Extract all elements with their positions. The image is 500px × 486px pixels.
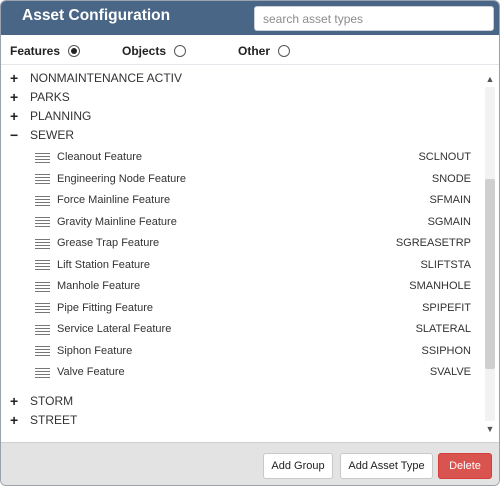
drag-handle-icon[interactable]: [35, 303, 50, 313]
item-code: SFMAIN: [429, 194, 471, 206]
expand-toggle-icon[interactable]: +: [10, 89, 24, 105]
expand-toggle-icon[interactable]: +: [10, 393, 24, 409]
item-name: Force Mainline Feature: [57, 194, 171, 206]
item-code: SSIPHON: [421, 344, 471, 357]
list-item[interactable]: Engineering Node Feature SNODE: [35, 170, 471, 188]
list-item[interactable]: Pipe Fitting Feature SPIPEFIT: [35, 299, 471, 317]
expand-toggle-icon[interactable]: +: [10, 108, 24, 124]
scroll-track[interactable]: [485, 87, 495, 421]
item-name: Manhole Feature: [57, 280, 141, 292]
scroll-thumb[interactable]: [485, 179, 495, 369]
filter-other-label: Other: [238, 44, 271, 58]
drag-handle-icon[interactable]: [35, 195, 50, 206]
item-name: Engineering Node Feature: [57, 172, 187, 185]
item-code: SCLNOUT: [418, 151, 471, 163]
group-row[interactable]: + NONMAINTENANCE ACTIV: [10, 69, 182, 87]
item-code: SLIFTSTA: [420, 258, 471, 271]
item-code: SNODE: [431, 172, 471, 185]
item-name: Lift Station Feature: [57, 258, 150, 271]
panel-title: Asset Configuration: [22, 7, 171, 24]
tree-scrollbar[interactable]: ▲ ▼: [483, 73, 497, 435]
item-code: SPIPEFIT: [422, 301, 471, 314]
drag-handle-icon[interactable]: [35, 238, 50, 249]
list-item[interactable]: Grease Trap Feature SGREASETRP: [35, 234, 471, 252]
item-code: SMANHOLE: [409, 280, 471, 292]
expand-toggle-icon[interactable]: +: [10, 412, 24, 428]
asset-type-tree: + NONMAINTENANCE ACTIV + PARKS + PLANNIN…: [1, 66, 483, 439]
group-label: NONMAINTENANCE ACTIV: [30, 71, 183, 85]
other-radio[interactable]: [278, 45, 291, 57]
item-name: Valve Feature: [57, 366, 125, 378]
add-asset-type-button[interactable]: Add Asset Type: [340, 453, 433, 479]
group-row[interactable]: + PLANNING: [10, 107, 91, 125]
panel-header: Asset Configuration: [1, 1, 499, 35]
list-item[interactable]: Force Mainline Feature SFMAIN: [35, 191, 471, 209]
item-code: SLATERAL: [415, 323, 471, 335]
add-group-button[interactable]: Add Group: [263, 453, 333, 479]
drag-handle-icon[interactable]: [35, 152, 50, 163]
asset-configuration-panel: Asset Configuration Features Objects Oth…: [0, 0, 500, 486]
group-label: PARKS: [30, 90, 70, 104]
type-filter-bar: Features Objects Other: [1, 35, 499, 65]
item-name: Siphon Feature: [57, 344, 133, 357]
panel-footer: Add Group Add Asset Type Delete: [1, 442, 499, 485]
drag-handle-icon[interactable]: [35, 281, 50, 292]
list-item[interactable]: Lift Station Feature SLIFTSTA: [35, 256, 471, 274]
list-item[interactable]: Siphon Feature SSIPHON: [35, 342, 471, 360]
scroll-down-icon[interactable]: ▼: [483, 423, 497, 435]
features-radio[interactable]: [68, 45, 81, 57]
filter-other[interactable]: Other: [238, 44, 291, 58]
search-asset-types-input[interactable]: [254, 6, 494, 31]
delete-button[interactable]: Delete: [438, 453, 492, 479]
list-item[interactable]: Valve Feature SVALVE: [35, 363, 471, 381]
collapse-toggle-icon[interactable]: −: [10, 127, 24, 143]
filter-features[interactable]: Features: [10, 44, 81, 58]
group-row[interactable]: + PARKS: [10, 88, 70, 106]
group-label: STORM: [30, 394, 74, 408]
item-name: Cleanout Feature: [57, 151, 142, 163]
item-name: Pipe Fitting Feature: [57, 301, 153, 314]
list-item[interactable]: Gravity Mainline Feature SGMAIN: [35, 213, 471, 231]
item-code: SVALVE: [429, 366, 471, 378]
item-code: SGREASETRP: [395, 237, 471, 249]
drag-handle-icon[interactable]: [35, 367, 50, 378]
group-row-sewer[interactable]: − SEWER: [10, 126, 74, 144]
objects-radio[interactable]: [174, 45, 187, 57]
drag-handle-icon[interactable]: [35, 217, 50, 227]
group-row[interactable]: + STORM: [10, 392, 73, 410]
item-code: SGMAIN: [427, 215, 471, 228]
list-item[interactable]: Manhole Feature SMANHOLE: [35, 277, 471, 295]
drag-handle-icon[interactable]: [35, 324, 50, 335]
drag-handle-icon[interactable]: [35, 260, 50, 270]
item-name: Gravity Mainline Feature: [57, 215, 177, 228]
filter-features-label: Features: [10, 44, 61, 58]
item-name: Grease Trap Feature: [57, 237, 160, 249]
filter-objects-label: Objects: [122, 44, 167, 58]
scroll-up-icon[interactable]: ▲: [483, 73, 497, 85]
filter-objects[interactable]: Objects: [122, 44, 187, 58]
list-item[interactable]: Cleanout Feature SCLNOUT: [35, 148, 471, 166]
group-label: SEWER: [30, 128, 75, 142]
drag-handle-icon[interactable]: [35, 174, 50, 184]
list-item[interactable]: Service Lateral Feature SLATERAL: [35, 320, 471, 338]
item-name: Service Lateral Feature: [57, 323, 172, 335]
group-label: PLANNING: [30, 109, 92, 123]
group-label: STREET: [30, 413, 78, 427]
group-row[interactable]: + STREET: [10, 411, 77, 429]
expand-toggle-icon[interactable]: +: [10, 70, 24, 86]
drag-handle-icon[interactable]: [35, 346, 50, 356]
